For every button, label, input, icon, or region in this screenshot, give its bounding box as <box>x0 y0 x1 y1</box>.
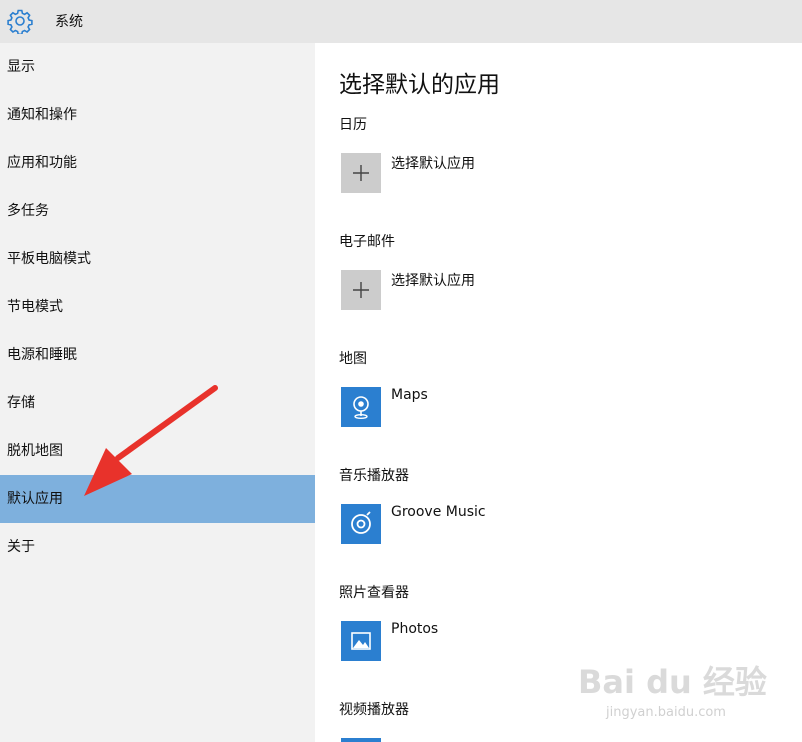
app-name: 选择默认应用 <box>391 156 475 172</box>
app-name: Groove Music <box>391 504 486 520</box>
sidebar-item-about[interactable]: 关于 <box>0 523 315 571</box>
section-label-calendar: 日历 <box>339 117 367 133</box>
sidebar-item-power-sleep[interactable]: 电源和睡眠 <box>0 331 315 379</box>
default-photos-app-button[interactable]: Photos <box>341 621 781 661</box>
plus-icon <box>341 153 381 193</box>
title-bar: 系统 <box>0 0 802 43</box>
section-label-music-player: 音乐播放器 <box>339 468 409 484</box>
gear-icon <box>7 9 33 34</box>
default-email-app-button[interactable]: 选择默认应用 <box>341 270 781 310</box>
sidebar-item-storage[interactable]: 存储 <box>0 379 315 427</box>
photos-icon <box>341 621 381 661</box>
window-title: 系统 <box>55 14 83 30</box>
app-name: Maps <box>391 387 428 403</box>
maps-icon <box>341 387 381 427</box>
default-video-app-button[interactable] <box>341 738 781 742</box>
sidebar: 显示 通知和操作 应用和功能 多任务 平板电脑模式 节电模式 电源和睡眠 存储 … <box>0 43 315 742</box>
groove-music-icon <box>341 504 381 544</box>
section-label-video-player: 视频播放器 <box>339 702 409 718</box>
app-name: 选择默认应用 <box>391 273 475 289</box>
sidebar-item-offline-maps[interactable]: 脱机地图 <box>0 427 315 475</box>
sidebar-item-notifications[interactable]: 通知和操作 <box>0 91 315 139</box>
main-content: 选择默认的应用 日历 选择默认应用 电子邮件 选择默认应用 地图 Maps 音乐… <box>315 43 802 742</box>
section-label-email: 电子邮件 <box>339 234 395 250</box>
sidebar-item-tablet-mode[interactable]: 平板电脑模式 <box>0 235 315 283</box>
default-calendar-app-button[interactable]: 选择默认应用 <box>341 153 781 193</box>
page-title: 选择默认的应用 <box>339 72 500 98</box>
section-label-maps: 地图 <box>339 351 367 367</box>
sidebar-item-apps-features[interactable]: 应用和功能 <box>0 139 315 187</box>
sidebar-item-multitasking[interactable]: 多任务 <box>0 187 315 235</box>
default-maps-app-button[interactable]: Maps <box>341 387 781 427</box>
sidebar-item-battery-saver[interactable]: 节电模式 <box>0 283 315 331</box>
sidebar-item-default-apps[interactable]: 默认应用 <box>0 475 315 523</box>
plus-icon <box>341 270 381 310</box>
default-music-app-button[interactable]: Groove Music <box>341 504 781 544</box>
sidebar-item-display[interactable]: 显示 <box>0 43 315 91</box>
video-icon <box>341 738 381 742</box>
section-label-photo-viewer: 照片查看器 <box>339 585 409 601</box>
app-name: Photos <box>391 621 439 637</box>
